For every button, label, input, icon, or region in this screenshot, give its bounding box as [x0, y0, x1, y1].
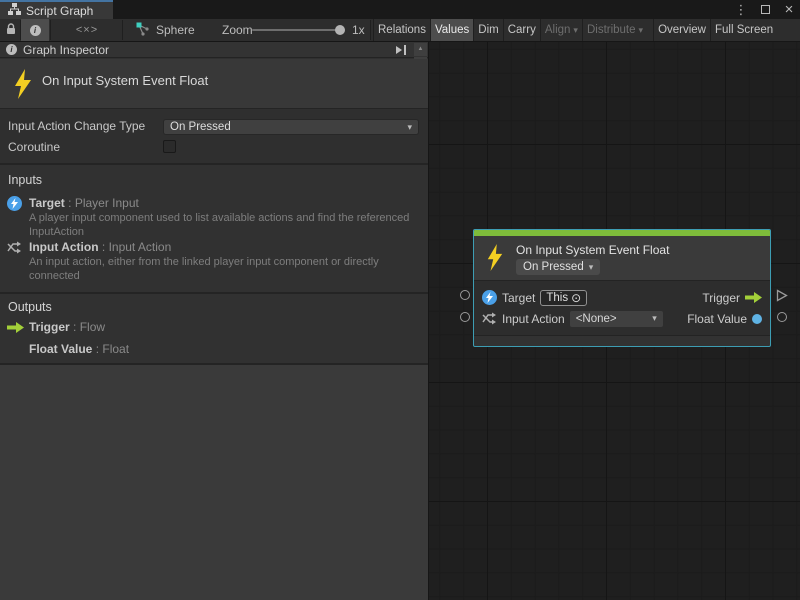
port-name: Target — [29, 196, 65, 210]
code-icon: <×> — [76, 24, 98, 36]
distribute-button[interactable]: Distribute▾ — [582, 19, 647, 41]
zoom-slider[interactable] — [252, 29, 345, 31]
breadcrumb-label: Sphere — [156, 23, 195, 37]
flow-arrow-icon — [745, 292, 762, 303]
dim-button[interactable]: Dim — [473, 19, 502, 41]
node-header[interactable]: On Input System Event Float On Pressed ▾ — [474, 236, 770, 280]
input-action-input-port[interactable] — [460, 312, 470, 322]
tab-title: Script Graph — [26, 4, 93, 18]
input-action-port-label: Input Action — [502, 312, 565, 326]
player-input-icon — [7, 196, 22, 211]
graph-inspector-title: Graph Inspector — [23, 43, 109, 57]
close-icon[interactable]: × — [782, 2, 796, 18]
node-row-target-trigger: Target This ⊙ Trigger — [474, 287, 770, 308]
float-dot-icon — [752, 314, 762, 324]
float-value-output-port[interactable] — [777, 312, 787, 322]
event-bolt-icon — [486, 244, 504, 274]
code-preview-button[interactable]: <×> — [62, 19, 112, 41]
relations-button[interactable]: Relations — [373, 19, 430, 41]
float-value-port-label: Float Value — [687, 312, 747, 326]
change-type-dropdown[interactable]: On Pressed ▾ — [163, 119, 419, 135]
info-icon: i — [6, 44, 17, 55]
node-body: Target This ⊙ Trigger Input Action — [474, 281, 770, 335]
unity-script-graph-window: Script Graph ⋮ × i <×> Sphere Zoo — [0, 0, 800, 600]
maximize-icon[interactable] — [758, 2, 772, 18]
flow-arrow-icon — [7, 322, 24, 336]
info-icon: i — [30, 25, 41, 36]
input-action-icon — [482, 311, 497, 326]
target-port-label: Target — [502, 291, 535, 305]
input-action-dropdown[interactable]: <None> ▾ — [570, 311, 663, 327]
inspector-empty-area — [0, 365, 428, 600]
port-type: Input Action — [109, 240, 172, 254]
node-row-inputaction-float: Input Action <None> ▾ Float Value — [474, 308, 770, 329]
tab-bar: Script Graph ⋮ × — [0, 0, 800, 19]
graph-canvas[interactable]: On Input System Event Float On Pressed ▾… — [429, 42, 800, 600]
window-menu-icon[interactable]: ⋮ — [734, 2, 748, 18]
trigger-port-label: Trigger — [702, 291, 740, 305]
window-controls: ⋮ × — [734, 0, 796, 19]
port-type: Player Input — [75, 196, 139, 210]
chevron-down-icon: ▾ — [573, 26, 578, 35]
graph-hierarchy-icon — [8, 3, 21, 19]
chevron-down-icon: ▾ — [652, 314, 657, 323]
graph-breadcrumb[interactable]: Sphere — [136, 19, 195, 41]
node-title-section: On Input System Event Float — [0, 59, 428, 108]
node-title: On Input System Event Float — [516, 243, 669, 257]
node-event-type-dropdown[interactable]: On Pressed ▾ — [516, 259, 600, 275]
scope-pick-icon: ⊙ — [571, 292, 581, 304]
zoom-label: Zoom — [222, 23, 253, 37]
coroutine-label: Coroutine — [8, 140, 60, 154]
target-value-chip[interactable]: This ⊙ — [540, 290, 587, 306]
graph-inspector-header: i Graph Inspector ▲ ▼ — [0, 42, 428, 58]
lock-icon — [6, 23, 16, 38]
chevron-down-icon: ▾ — [639, 26, 644, 35]
target-input-port[interactable] — [460, 290, 470, 300]
outputs-header: Outputs — [8, 300, 52, 314]
toolbar-right-buttons: Relations Values Dim Carry Align▾ Distri… — [373, 19, 800, 41]
chevron-down-icon: ▾ — [407, 123, 412, 132]
carry-button[interactable]: Carry — [503, 19, 540, 41]
inputs-header: Inputs — [8, 173, 42, 187]
event-node[interactable]: On Input System Event Float On Pressed ▾… — [473, 229, 771, 347]
values-button[interactable]: Values — [430, 19, 473, 41]
tab-script-graph[interactable]: Script Graph — [0, 0, 113, 19]
port-name: Float Value — [29, 342, 92, 356]
inspector-node-title: On Input System Event Float — [42, 73, 208, 88]
script-machine-icon — [136, 22, 150, 39]
port-description: An input action, either from the linked … — [29, 255, 414, 283]
event-bolt-icon — [13, 69, 33, 102]
lock-button[interactable] — [1, 19, 20, 41]
port-name: Trigger — [29, 320, 70, 334]
trigger-output-port[interactable] — [776, 289, 788, 305]
graph-inspector-panel: i Graph Inspector ▲ ▼ On Input System Ev… — [0, 42, 429, 600]
collapse-panel-icon[interactable] — [394, 44, 408, 56]
full-screen-button[interactable]: Full Screen — [710, 19, 777, 41]
overview-button[interactable]: Overview — [653, 19, 710, 41]
change-type-label: Input Action Change Type — [8, 119, 145, 133]
inputs-section: Inputs Target : Player Input A player in… — [0, 165, 428, 292]
port-description: A player input component used to list av… — [29, 211, 414, 239]
chevron-down-icon: ▾ — [589, 263, 594, 272]
graph-toolbar: i <×> Sphere Zoom 1x Relations Values Di… — [0, 19, 800, 42]
player-input-icon — [482, 290, 497, 305]
node-footer — [474, 335, 770, 346]
input-action-icon — [7, 240, 22, 258]
port-type: Float — [102, 342, 129, 356]
zoom-slider-handle[interactable] — [335, 25, 345, 35]
inspector-toggle-button[interactable]: i — [21, 19, 49, 41]
scroll-up-button[interactable]: ▲ — [414, 43, 427, 56]
port-name: Input Action — [29, 240, 99, 254]
align-button[interactable]: Align▾ — [540, 19, 582, 41]
zoom-value: 1x — [352, 23, 365, 37]
node-properties-section: Input Action Change Type On Pressed ▾ Co… — [0, 109, 428, 163]
coroutine-checkbox[interactable] — [163, 140, 176, 153]
port-type: Flow — [80, 320, 105, 334]
outputs-section: Outputs Trigger : Flow Float Value : Flo… — [0, 294, 428, 363]
